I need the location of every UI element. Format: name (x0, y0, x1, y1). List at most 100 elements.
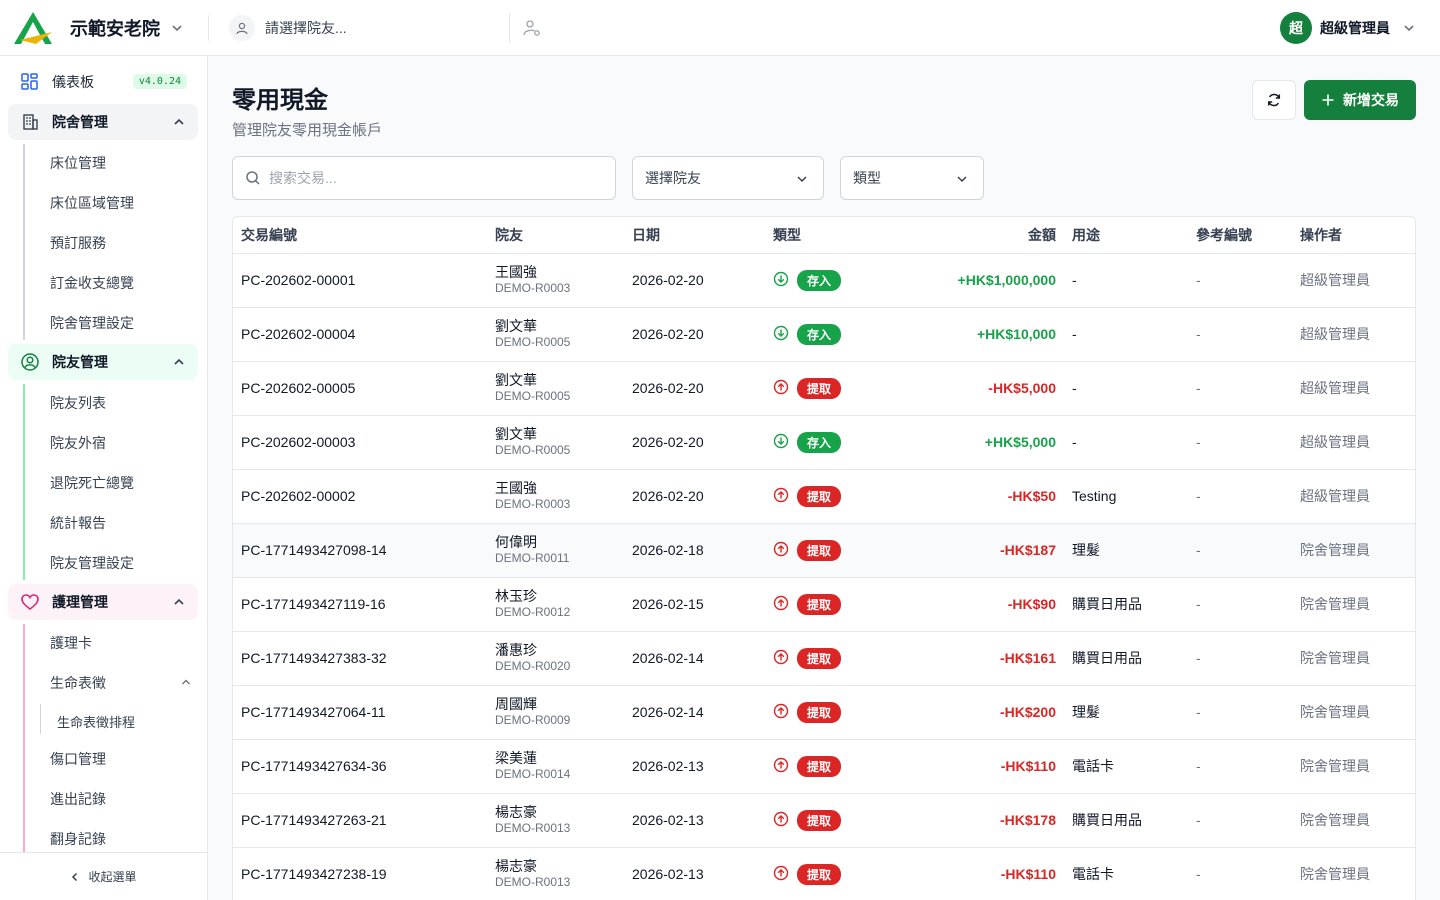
sidebar-item-wound-management[interactable]: 傷口管理 (50, 749, 106, 769)
sidebar-group-nursing[interactable]: 護理管理 (8, 584, 198, 620)
table-row[interactable]: PC-202602-00005 劉文華 DEMO-R0005 2026-02-20 提取… (233, 361, 1415, 416)
resident-name: 林玉珍 (495, 588, 537, 604)
sidebar-item-resident-leave[interactable]: 院友外宿 (50, 433, 106, 453)
column-header-type[interactable]: 類型 (765, 217, 865, 254)
table-row[interactable]: PC-1771493427634-36 梁美蓮 DEMO-R0014 2026-02-… (233, 739, 1415, 794)
add-transaction-button[interactable]: 新增交易 (1304, 80, 1416, 120)
type-cell: 提取 (765, 577, 865, 632)
type-badge: 提取 (797, 539, 842, 561)
column-header-resident[interactable]: 院友 (487, 217, 624, 254)
sidebar-item-care-card[interactable]: 護理卡 (50, 633, 92, 653)
column-header-date[interactable]: 日期 (624, 217, 765, 254)
type-cell: 提取 (765, 685, 865, 740)
operator: 院舍管理員 (1292, 739, 1415, 794)
sidebar-item-deposit-overview[interactable]: 訂金收支總覽 (50, 273, 134, 293)
table-row[interactable]: PC-1771493427119-16 林玉珍 DEMO-R0012 2026-02-… (233, 577, 1415, 632)
table-header-row: 交易編號 院友 日期 類型 金額 用途 參考編號 操作者 (233, 217, 1415, 254)
chevron-left-icon (72, 872, 78, 881)
add-transaction-label: 新增交易 (1343, 92, 1399, 108)
avatar: 超 (1280, 12, 1312, 44)
sidebar-item-statistics[interactable]: 統計報告 (50, 513, 106, 533)
resident-cell: 劉文華 DEMO-R0005 (487, 415, 624, 470)
amount: -HK$161 (865, 631, 1064, 686)
user-menu[interactable]: 超 超級管理員 (1280, 12, 1416, 44)
transaction-id: PC-202602-00002 (233, 469, 487, 524)
chevron-down-icon (957, 176, 967, 183)
table-row[interactable]: PC-202602-00002 王國強 DEMO-R0003 2026-02-20 提取… (233, 469, 1415, 524)
search-box[interactable] (232, 156, 616, 200)
sidebar-item-beds[interactable]: 床位管理 (50, 153, 106, 173)
resident-selector-placeholder: 請選擇院友... (265, 19, 347, 36)
refresh-icon (1267, 93, 1281, 107)
sidebar: 儀表板 v4.0.24 院舍管理 床位管理 床位區域管理 預訂服務 訂金收支總覽… (0, 56, 208, 900)
resident-selector[interactable]: 請選擇院友... (229, 8, 507, 48)
type-filter-dropdown[interactable]: 類型 (840, 156, 984, 200)
chevron-up-icon[interactable] (172, 115, 186, 129)
sidebar-group-facility[interactable]: 院舍管理 (8, 104, 198, 140)
arrow-up-circle-icon (773, 703, 789, 722)
amount: -HK$200 (865, 685, 1064, 740)
table-row[interactable]: PC-1771493427238-19 楊志豪 DEMO-R0013 2026-02-… (233, 847, 1415, 900)
column-header-operator[interactable]: 操作者 (1292, 217, 1415, 254)
resident-cell: 王國強 DEMO-R0003 (487, 469, 624, 524)
dashboard-icon (21, 73, 38, 90)
reference-number: - (1188, 253, 1292, 308)
arrow-up-circle-icon (773, 649, 789, 668)
chevron-down-icon[interactable] (170, 21, 184, 35)
transaction-id: PC-1771493427634-36 (233, 739, 487, 794)
table-row[interactable]: PC-202602-00001 王國強 DEMO-R0003 2026-02-20 存入… (233, 253, 1415, 308)
refresh-button[interactable] (1252, 80, 1296, 120)
table-row[interactable]: PC-1771493427263-21 楊志豪 DEMO-R0013 2026-02-… (233, 793, 1415, 848)
chevron-up-icon[interactable] (172, 355, 186, 369)
sidebar-item-resident-settings[interactable]: 院友管理設定 (50, 553, 134, 573)
sidebar-item-discharge-overview[interactable]: 退院死亡總覽 (50, 473, 134, 493)
chevron-up-icon[interactable] (180, 676, 192, 688)
heart-icon (21, 594, 39, 611)
sidebar-item-booking[interactable]: 預訂服務 (50, 233, 106, 253)
table-row[interactable]: PC-1771493427064-11 周國輝 DEMO-R0009 2026-02-… (233, 685, 1415, 740)
sidebar-item-resident-list[interactable]: 院友列表 (50, 393, 106, 413)
arrow-up-circle-icon (773, 541, 789, 560)
sidebar-group-label: 護理管理 (52, 594, 108, 610)
collapse-menu-button[interactable]: 收起選單 (0, 852, 207, 900)
column-header-reference[interactable]: 參考編號 (1188, 217, 1292, 254)
org-name[interactable]: 示範安老院 (70, 15, 160, 41)
column-header-amount[interactable]: 金額 (865, 217, 1064, 254)
sidebar-item-dashboard[interactable]: 儀表板 v4.0.24 (8, 64, 198, 100)
type-badge: 提取 (797, 485, 842, 507)
user-settings-icon[interactable] (522, 18, 542, 38)
sidebar-item-vital-schedule[interactable]: 生命表徵排程 (57, 712, 135, 731)
table-row[interactable]: PC-202602-00004 劉文華 DEMO-R0005 2026-02-20 存入… (233, 307, 1415, 362)
sidebar-item-facility-settings[interactable]: 院舍管理設定 (50, 313, 134, 333)
operator: 院舍管理員 (1292, 631, 1415, 686)
amount: -HK$187 (865, 523, 1064, 578)
operator: 超級管理員 (1292, 253, 1415, 308)
transaction-id: PC-1771493427064-11 (233, 685, 487, 740)
resident-name: 周國輝 (495, 696, 537, 712)
resident-filter-dropdown[interactable]: 選擇院友 (632, 156, 824, 200)
page-subtitle: 管理院友零用現金帳戶 (232, 122, 383, 139)
resident-code: DEMO-R0005 (495, 443, 571, 457)
table-row[interactable]: PC-1771493427098-14 何偉明 DEMO-R0011 2026-02-… (233, 523, 1415, 578)
sidebar-group-residents[interactable]: 院友管理 (8, 344, 198, 380)
type-cell: 存入 (765, 415, 865, 470)
purpose: 電話卡 (1064, 739, 1188, 794)
sidebar-item-entry-exit[interactable]: 進出記錄 (50, 789, 106, 809)
sidebar-item-turning-record[interactable]: 翻身記錄 (50, 829, 106, 849)
chevron-down-icon[interactable] (1402, 21, 1416, 35)
resident-code: DEMO-R0009 (495, 713, 571, 727)
column-header-id[interactable]: 交易編號 (233, 217, 487, 254)
sidebar-item-label: 儀表板 (52, 74, 94, 90)
column-header-purpose[interactable]: 用途 (1064, 217, 1188, 254)
table-row[interactable]: PC-202602-00003 劉文華 DEMO-R0005 2026-02-20 存入… (233, 415, 1415, 470)
amount: +HK$10,000 (865, 307, 1064, 362)
type-badge: 提取 (797, 593, 842, 615)
table-row[interactable]: PC-1771493427383-32 潘惠珍 DEMO-R0020 2026-02-… (233, 631, 1415, 686)
sidebar-item-vital-signs[interactable]: 生命表徵 (50, 673, 106, 693)
operator: 超級管理員 (1292, 307, 1415, 362)
search-input[interactable] (269, 170, 589, 186)
resident-code: DEMO-R0011 (495, 551, 570, 565)
chevron-up-icon[interactable] (172, 595, 186, 609)
sidebar-item-bed-areas[interactable]: 床位區域管理 (50, 193, 134, 213)
transaction-date: 2026-02-20 (624, 361, 765, 416)
